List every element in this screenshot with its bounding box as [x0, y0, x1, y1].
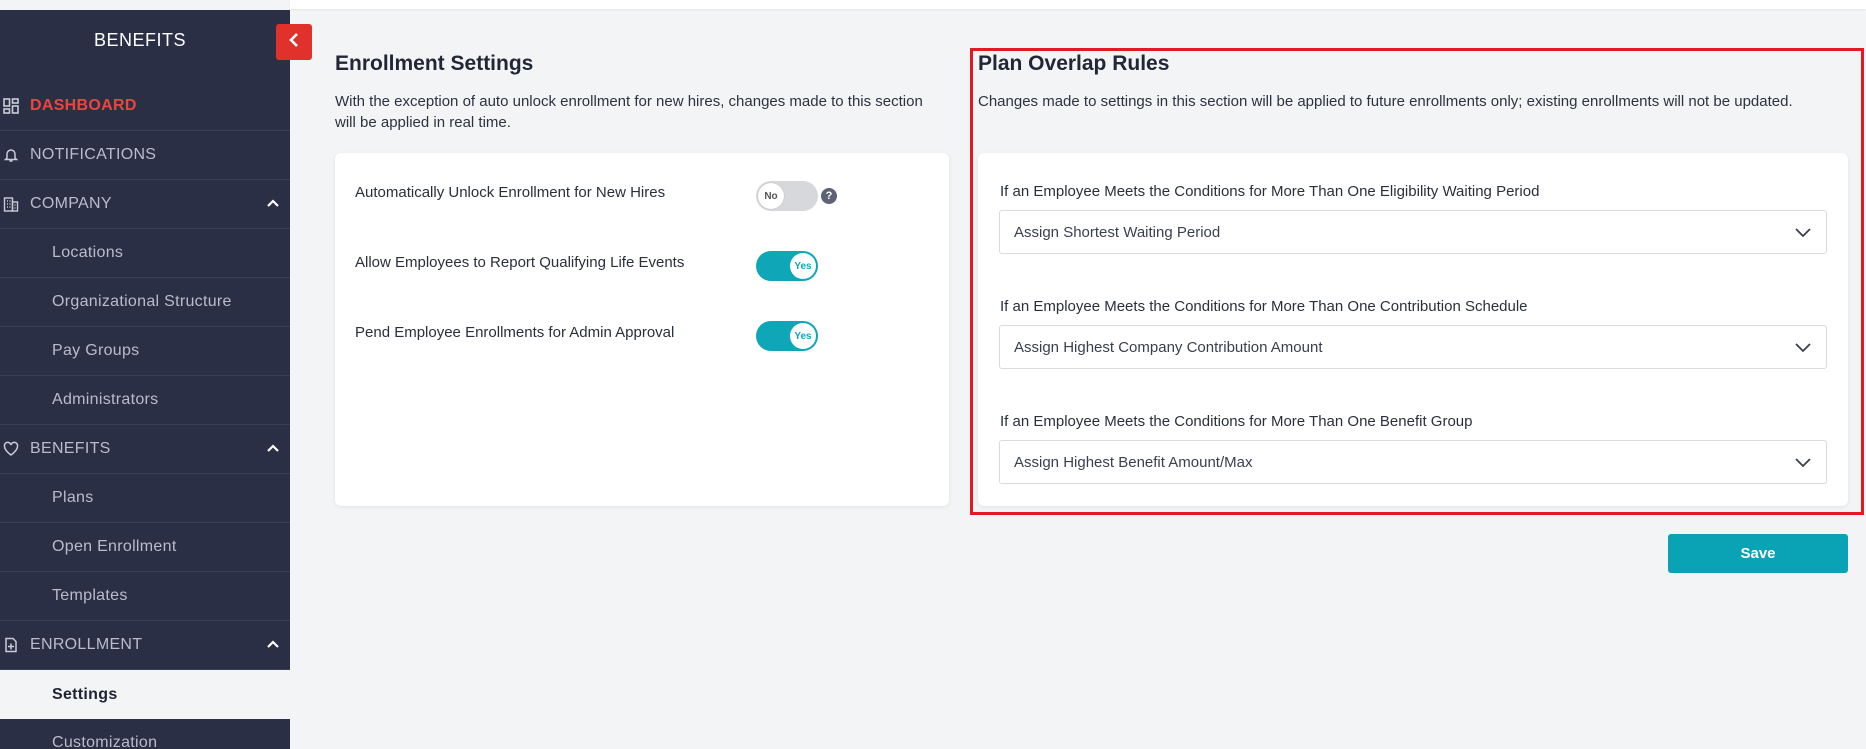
- benefit-group-label: If an Employee Meets the Conditions for …: [1000, 413, 1473, 430]
- sidebar-item-settings[interactable]: Settings: [0, 670, 290, 719]
- chevron-down-icon: [1794, 340, 1812, 358]
- chevron-left-icon: [286, 32, 302, 53]
- save-button[interactable]: Save: [1668, 534, 1848, 573]
- sidebar-item-label: Pay Groups: [52, 342, 140, 359]
- dashboard-icon: [0, 98, 26, 114]
- plan-overlap-description: Changes made to settings in this section…: [978, 93, 1793, 110]
- sidebar-item-open-enrollment[interactable]: Open Enrollment: [0, 523, 290, 572]
- toggle-knob: Yes: [790, 253, 816, 279]
- chevron-up-icon[interactable]: [266, 637, 280, 656]
- sidebar-item-label: NOTIFICATIONS: [30, 146, 157, 163]
- chevron-up-icon[interactable]: [266, 441, 280, 460]
- sidebar-item-pay-groups[interactable]: Pay Groups: [0, 327, 290, 376]
- sidebar-item-label: COMPANY: [30, 195, 112, 212]
- sidebar-item-label: Administrators: [52, 391, 159, 408]
- contribution-schedule-select[interactable]: Assign Highest Company Contribution Amou…: [999, 325, 1827, 369]
- sidebar-item-label: Templates: [52, 587, 128, 604]
- toggle-knob: Yes: [790, 323, 816, 349]
- sidebar-item-label: Open Enrollment: [52, 538, 177, 555]
- chevron-up-icon[interactable]: [266, 196, 280, 215]
- toggle-knob: No: [758, 183, 784, 209]
- sidebar-item-notifications[interactable]: NOTIFICATIONS: [0, 131, 290, 180]
- enrollment-settings-title: Enrollment Settings: [335, 52, 534, 75]
- sidebar-top-strip: [0, 0, 290, 10]
- top-bar: [290, 0, 1866, 9]
- contribution-schedule-label: If an Employee Meets the Conditions for …: [1000, 298, 1528, 315]
- sidebar-item-label: BENEFITS: [30, 440, 111, 457]
- sidebar-item-templates[interactable]: Templates: [0, 572, 290, 621]
- benefit-group-select[interactable]: Assign Highest Benefit Amount/Max: [999, 440, 1827, 484]
- setting-label-auto-unlock: Automatically Unlock Enrollment for New …: [355, 184, 666, 201]
- building-icon: [0, 196, 26, 212]
- waiting-period-label: If an Employee Meets the Conditions for …: [1000, 183, 1540, 200]
- waiting-period-select[interactable]: Assign Shortest Waiting Period: [999, 210, 1827, 254]
- sidebar-item-label: Plans: [52, 489, 94, 506]
- chevron-down-icon: [1794, 225, 1812, 243]
- setting-label-qualifying-life-events: Allow Employees to Report Qualifying Lif…: [355, 254, 685, 271]
- admin-approval-toggle[interactable]: Yes: [756, 321, 818, 351]
- sidebar-item-label: Organizational Structure: [52, 293, 232, 310]
- sidebar-item-organizational-structure[interactable]: Organizational Structure: [0, 278, 290, 327]
- sidebar-item-label: Settings: [52, 685, 118, 703]
- sidebar-item-label: DASHBOARD: [30, 97, 137, 114]
- sidebar-title: BENEFITS: [93, 30, 186, 50]
- sidebar-item-plans[interactable]: Plans: [0, 474, 290, 523]
- chevron-down-icon: [1794, 455, 1812, 473]
- sidebar-item-dashboard[interactable]: DASHBOARD: [0, 82, 290, 131]
- heart-icon: [0, 441, 26, 457]
- auto-unlock-toggle[interactable]: No: [756, 181, 818, 211]
- bell-icon: [0, 147, 26, 163]
- qualifying-life-events-toggle[interactable]: Yes: [756, 251, 818, 281]
- sidebar-item-benefits[interactable]: BENEFITS: [0, 425, 290, 474]
- sidebar-item-label: Locations: [52, 244, 124, 261]
- sidebar-item-label: Customization: [52, 734, 158, 749]
- plan-overlap-title: Plan Overlap Rules: [978, 52, 1170, 75]
- select-value: Assign Shortest Waiting Period: [1014, 223, 1221, 241]
- file-plus-icon: [0, 637, 26, 653]
- setting-label-admin-approval: Pend Employee Enrollments for Admin Appr…: [355, 324, 675, 341]
- select-value: Assign Highest Benefit Amount/Max: [1014, 453, 1253, 471]
- sidebar-collapse-button[interactable]: [276, 24, 312, 60]
- sidebar-nav: DASHBOARD NOTIFICATIONS COMPANY Location…: [0, 82, 290, 749]
- enrollment-settings-description: With the exception of auto unlock enroll…: [335, 93, 923, 131]
- sidebar-item-administrators[interactable]: Administrators: [0, 376, 290, 425]
- sidebar-item-enrollment[interactable]: ENROLLMENT: [0, 621, 290, 670]
- sidebar-item-company[interactable]: COMPANY: [0, 180, 290, 229]
- enrollment-settings-card: Automatically Unlock Enrollment for New …: [335, 153, 949, 506]
- sidebar-item-customization[interactable]: Customization: [0, 719, 290, 749]
- sidebar-item-label: ENROLLMENT: [30, 636, 143, 653]
- help-icon[interactable]: ?: [821, 188, 837, 204]
- sidebar-item-locations[interactable]: Locations: [0, 229, 290, 278]
- sidebar: BENEFITS DASHBOARD NOTIFICATIONS COMPANY…: [0, 0, 290, 749]
- select-value: Assign Highest Company Contribution Amou…: [1014, 338, 1323, 356]
